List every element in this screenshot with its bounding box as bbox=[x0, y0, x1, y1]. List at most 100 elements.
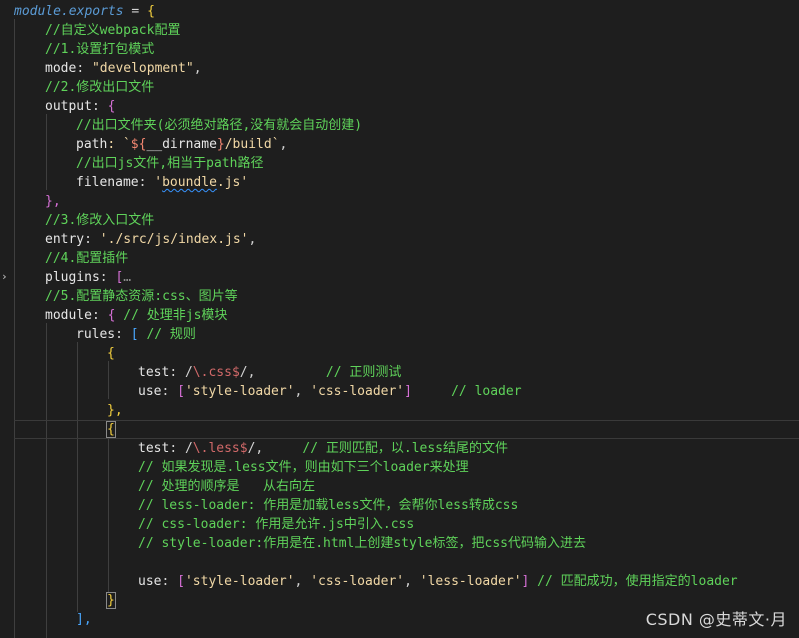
code-token: ${ bbox=[130, 137, 147, 152]
code-line[interactable]: test: /\.css$/, // 正则测试 bbox=[138, 363, 401, 382]
code-line[interactable]: }, bbox=[107, 401, 123, 420]
code-line[interactable]: //自定义webpack配置 bbox=[45, 21, 180, 40]
code-line[interactable]: //出口js文件,相当于path路径 bbox=[76, 154, 263, 173]
code-token: , bbox=[404, 574, 420, 589]
code-token: ], bbox=[76, 612, 92, 627]
code-comment: // 正则匹配，以.less结尾的文件 bbox=[263, 441, 508, 456]
code-line[interactable]: { bbox=[107, 344, 115, 363]
code-token: }, bbox=[45, 194, 61, 209]
indent-guide bbox=[108, 437, 109, 593]
code-token: : bbox=[76, 61, 92, 76]
code-token: mode bbox=[45, 61, 77, 76]
code-token: path bbox=[76, 137, 108, 152]
code-token: output bbox=[45, 99, 92, 114]
code-line[interactable]: { bbox=[106, 420, 116, 439]
code-token: { bbox=[107, 99, 116, 114]
code-line[interactable]: rules: [ // 规则 bbox=[76, 325, 196, 344]
code-string: ' bbox=[154, 175, 163, 190]
code-string: 'style-loader' bbox=[184, 384, 295, 399]
code-editor[interactable]: › module.exports = { //自定义webpack配置 //1.… bbox=[0, 0, 799, 638]
code-line[interactable]: //5.配置静态资源:css、图片等 bbox=[45, 287, 238, 306]
code-token: , bbox=[294, 574, 311, 589]
code-token: ] bbox=[404, 384, 412, 399]
code-token: : bbox=[84, 232, 100, 247]
code-line[interactable]: plugins: [… bbox=[45, 268, 131, 287]
code-token: use bbox=[138, 384, 162, 399]
code-line[interactable]: }, bbox=[45, 192, 61, 211]
code-comment: // less-loader: 作用是加载less文件，会帮你less转成css bbox=[138, 498, 519, 513]
code-line[interactable]: } bbox=[106, 591, 116, 610]
code-string: : ` bbox=[107, 137, 131, 152]
code-token: [ bbox=[177, 384, 185, 399]
code-line[interactable]: //1.设置打包模式 bbox=[45, 40, 154, 59]
code-comment: //1.设置打包模式 bbox=[45, 42, 155, 57]
code-line[interactable]: output: { bbox=[45, 97, 115, 116]
code-comment: // style-loader:作用是在.html上创建style标签，把css… bbox=[138, 536, 586, 551]
code-comment: //出口js文件,相当于path路径 bbox=[76, 156, 264, 171]
code-comment: //出口文件夹(必须绝对路径,没有就会自动创建) bbox=[76, 118, 363, 133]
code-token: , bbox=[279, 137, 288, 152]
code-string: boundle bbox=[162, 175, 217, 190]
code-token: : bbox=[161, 574, 178, 589]
code-line[interactable]: //出口文件夹(必须绝对路径,没有就会自动创建) bbox=[76, 116, 362, 135]
code-token: module.exports bbox=[14, 4, 124, 19]
code-token: : bbox=[91, 308, 108, 323]
code-regex: \.less bbox=[192, 441, 240, 456]
code-line[interactable]: // 如果发现是.less文件，则由如下三个loader来处理 bbox=[138, 458, 469, 477]
code-line[interactable]: //3.修改入口文件 bbox=[45, 211, 154, 230]
code-line[interactable]: // 处理的顺序是 从右向左 bbox=[138, 477, 315, 496]
code-comment: //5.配置静态资源:css、图片等 bbox=[45, 289, 238, 304]
code-token: : / bbox=[169, 441, 193, 456]
code-comment: // 处理非js模块 bbox=[115, 308, 228, 323]
code-token: : bbox=[138, 175, 155, 190]
watermark: CSDN @史蒂文·月 bbox=[645, 610, 787, 629]
code-line[interactable]: // less-loader: 作用是加载less文件，会帮你less转成css bbox=[138, 496, 518, 515]
code-line[interactable]: entry: './src/js/index.js', bbox=[45, 230, 256, 249]
code-line[interactable]: test: /\.less$/, // 正则匹配，以.less结尾的文件 bbox=[138, 439, 508, 458]
code-token: /, bbox=[239, 365, 256, 380]
code-line[interactable]: mode: "development", bbox=[45, 59, 202, 78]
code-token: rules bbox=[76, 327, 116, 342]
editor-gutter: › bbox=[0, 0, 14, 638]
code-token: }, bbox=[107, 403, 123, 418]
code-string: "development" bbox=[91, 61, 194, 76]
code-line[interactable]: module.exports = { bbox=[14, 2, 155, 21]
code-string: /build` bbox=[224, 137, 280, 152]
code-token: : / bbox=[169, 365, 193, 380]
code-token: plugins bbox=[45, 270, 100, 285]
code-string: 'css-loader' bbox=[310, 574, 405, 589]
code-line[interactable]: // css-loader: 作用是允许.js中引入.css bbox=[138, 515, 414, 534]
code-token: filename bbox=[76, 175, 139, 190]
code-line[interactable]: //4.配置插件 bbox=[45, 249, 128, 268]
code-line[interactable]: //2.修改出口文件 bbox=[45, 78, 154, 97]
code-token: } bbox=[106, 592, 116, 609]
code-token: , bbox=[248, 232, 257, 247]
code-regex: $ bbox=[231, 365, 240, 380]
chevron-right-icon[interactable]: › bbox=[1, 270, 8, 284]
code-token: test bbox=[138, 441, 170, 456]
code-token: } bbox=[216, 137, 225, 152]
indent-guide bbox=[77, 342, 78, 612]
code-line[interactable]: ], bbox=[76, 610, 92, 629]
code-token: use bbox=[138, 574, 162, 589]
indent-guide bbox=[46, 114, 47, 190]
code-line[interactable]: filename: 'boundle.js' bbox=[76, 173, 248, 192]
code-token: : bbox=[99, 270, 116, 285]
code-string: 'style-loader' bbox=[184, 574, 295, 589]
current-line-highlight bbox=[14, 420, 799, 439]
code-comment: //3.修改入口文件 bbox=[45, 213, 155, 228]
folded-ellipsis[interactable]: … bbox=[123, 270, 131, 285]
code-line[interactable]: use: ['style-loader', 'css-loader', 'les… bbox=[138, 572, 738, 591]
code-token: [ bbox=[177, 574, 185, 589]
code-regex: \.css bbox=[192, 365, 232, 380]
code-string: .js' bbox=[216, 175, 249, 190]
code-token: /, bbox=[247, 441, 264, 456]
code-line[interactable]: path: `${__dirname}/build`, bbox=[76, 135, 287, 154]
code-line[interactable]: module: { // 处理非js模块 bbox=[45, 306, 227, 325]
code-token: : bbox=[115, 327, 131, 342]
code-line[interactable]: use: ['style-loader', 'css-loader'] // l… bbox=[138, 382, 522, 401]
code-token: { bbox=[107, 346, 115, 361]
code-line[interactable]: // style-loader:作用是在.html上创建style标签，把css… bbox=[138, 534, 586, 553]
code-token: module bbox=[45, 308, 92, 323]
code-comment: //2.修改出口文件 bbox=[45, 80, 155, 95]
